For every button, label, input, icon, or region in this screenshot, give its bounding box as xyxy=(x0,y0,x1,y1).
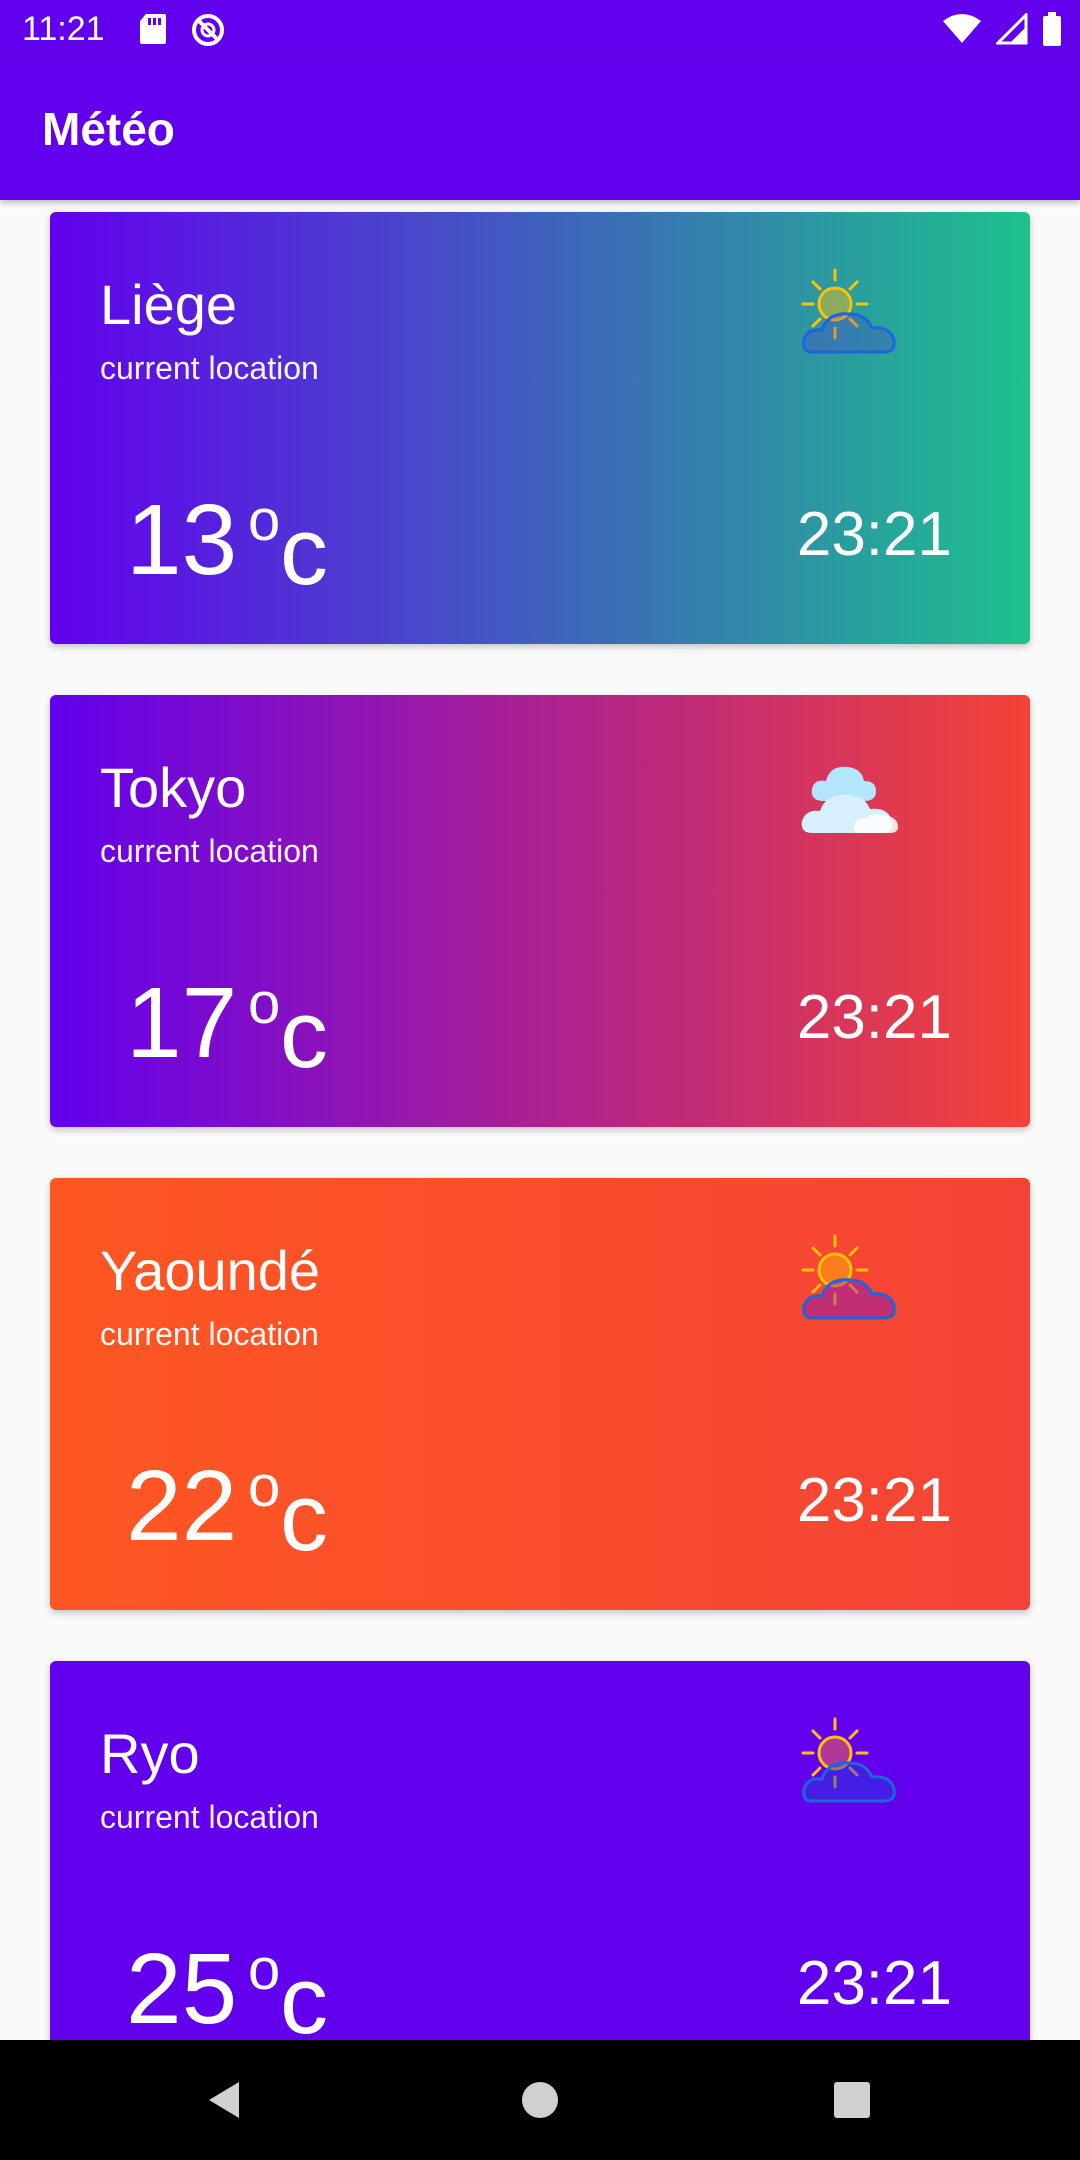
weather-card[interactable]: Tokyo current location 17 o c 23:21 xyxy=(50,695,1030,1127)
weather-card[interactable]: Liège current location 13 o c 23:21 xyxy=(50,212,1030,644)
temperature-unit: c xyxy=(280,981,328,1088)
back-icon xyxy=(209,2082,239,2118)
home-button[interactable] xyxy=(480,2040,600,2160)
city-name: Liège xyxy=(100,273,238,336)
temperature-value: 25 xyxy=(126,1933,238,2040)
local-time: 23:21 xyxy=(796,1466,952,1535)
temperature-unit: c xyxy=(280,1464,328,1571)
temperature-value: 13 xyxy=(126,484,238,596)
sd-card-icon xyxy=(140,14,166,44)
no-data-saver-icon xyxy=(192,14,224,46)
recents-icon xyxy=(834,2082,870,2118)
city-name: Ryo xyxy=(100,1722,200,1785)
wifi-icon xyxy=(943,14,981,43)
partly-cloudy-day-icon xyxy=(801,1234,896,1320)
weather-card[interactable]: Yaoundé current location 22 o c 23:21 xyxy=(50,1178,1030,1610)
temperature-unit: c xyxy=(280,498,328,605)
city-name: Yaoundé xyxy=(100,1239,321,1302)
status-time: 11:21 xyxy=(22,10,105,48)
weather-card[interactable]: Ryo current location 25 o c 23:21 xyxy=(50,1661,1030,2040)
city-name: Tokyo xyxy=(100,756,247,819)
partly-cloudy-day-icon xyxy=(801,268,896,354)
degree-symbol: o xyxy=(248,1937,281,2002)
location-subtitle: current location xyxy=(100,833,319,869)
local-time: 23:21 xyxy=(796,1949,952,2018)
city-list[interactable]: Liège current location 13 o c 23:21 Toky… xyxy=(0,200,1080,2040)
local-time: 23:21 xyxy=(796,983,952,1052)
back-button[interactable] xyxy=(165,2040,285,2160)
app-bar: Météo xyxy=(0,60,1080,200)
degree-symbol: o xyxy=(248,1454,281,1519)
location-subtitle: current location xyxy=(100,1316,319,1352)
degree-symbol: o xyxy=(248,971,281,1036)
location-subtitle: current location xyxy=(100,350,319,386)
local-time: 23:21 xyxy=(796,500,952,569)
cloudy-icon xyxy=(801,766,898,833)
temperature-unit: c xyxy=(280,1947,328,2041)
status-bar: 11:21 xyxy=(0,0,1080,60)
location-subtitle: current location xyxy=(100,1799,319,1835)
degree-symbol: o xyxy=(248,488,281,553)
signal-icon xyxy=(996,13,1028,45)
partly-cloudy-day-icon xyxy=(801,1717,896,1803)
temperature-value: 22 xyxy=(126,1450,238,1562)
recents-button[interactable] xyxy=(792,2040,912,2160)
temperature-value: 17 xyxy=(126,967,238,1079)
home-icon xyxy=(522,2082,558,2118)
app-title: Météo xyxy=(42,103,175,155)
navigation-bar xyxy=(0,2040,1080,2160)
battery-icon xyxy=(1043,12,1061,46)
